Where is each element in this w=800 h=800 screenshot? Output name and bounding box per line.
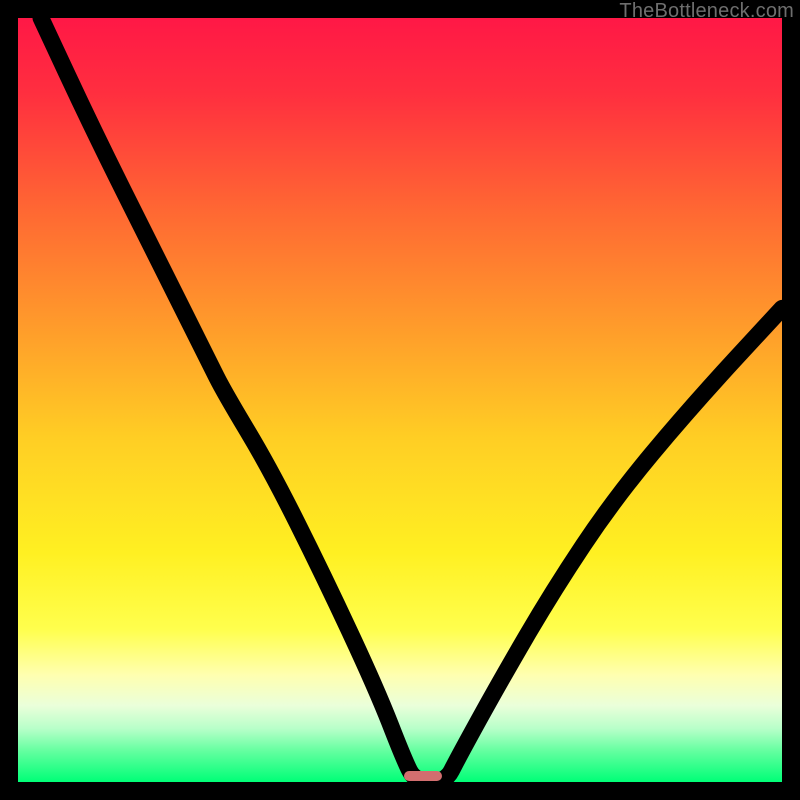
watermark-text: TheBottleneck.com xyxy=(619,0,794,23)
optimal-range-marker xyxy=(404,771,442,781)
plot-area xyxy=(18,18,782,782)
curve-path xyxy=(41,18,782,782)
bottleneck-curve xyxy=(18,18,782,782)
chart-frame: TheBottleneck.com xyxy=(0,0,800,800)
